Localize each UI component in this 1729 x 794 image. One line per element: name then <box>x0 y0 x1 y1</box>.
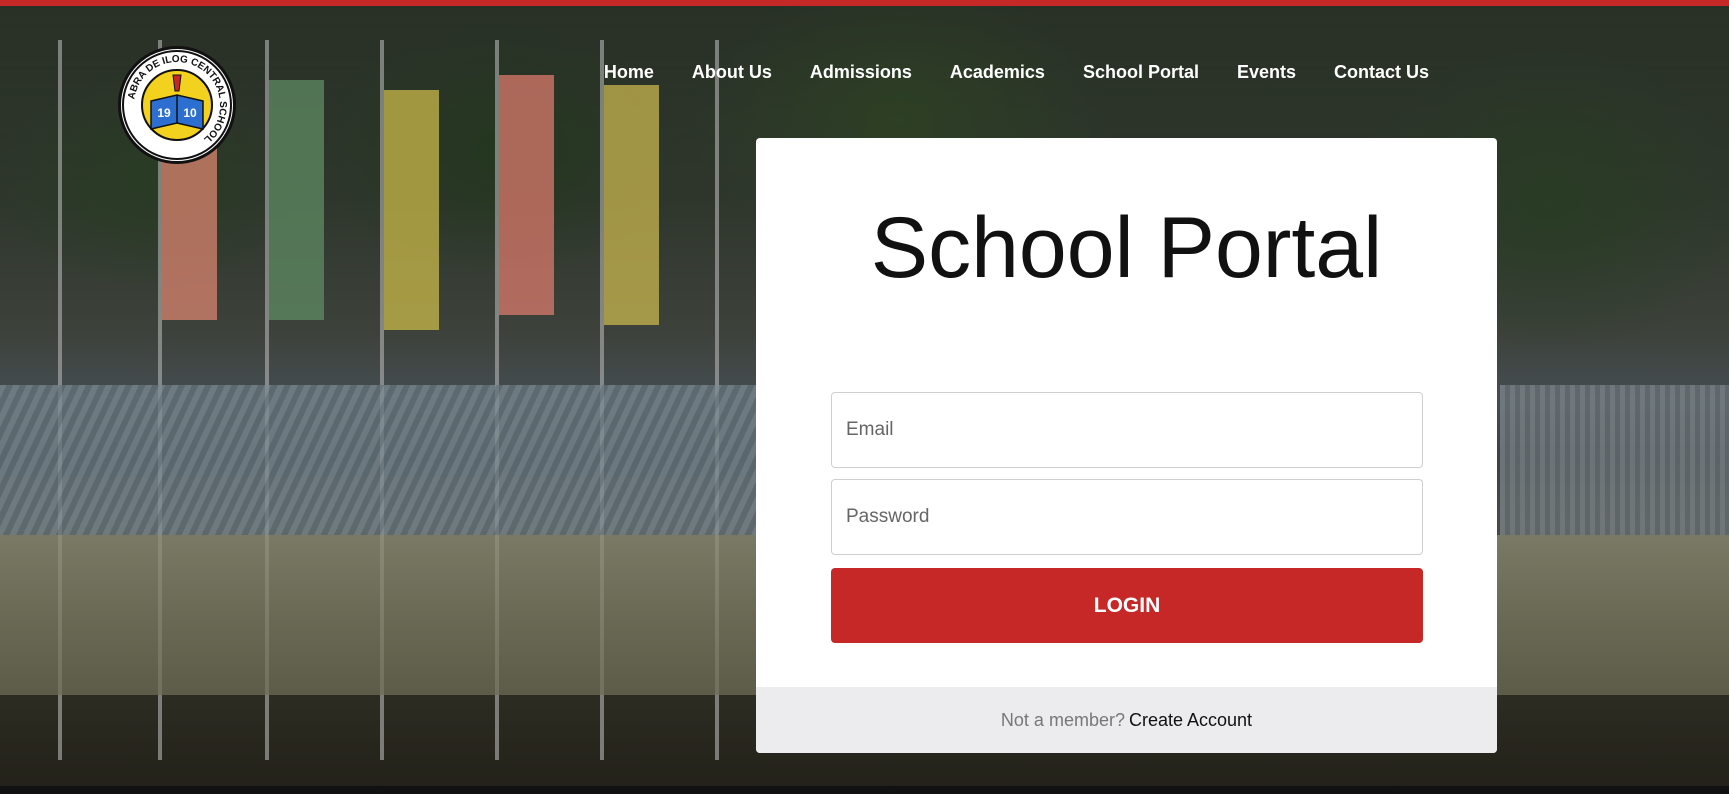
flag <box>604 85 659 325</box>
nav-item-contact-us[interactable]: Contact Us <box>1334 62 1429 83</box>
school-seal-icon: ABRA DE ILOG CENTRAL SCHOOL 19 10 <box>122 50 232 160</box>
building-roof <box>0 385 820 535</box>
email-input[interactable] <box>831 392 1423 468</box>
building-roof <box>1500 385 1729 535</box>
main-nav: Home About Us Admissions Academics Schoo… <box>604 62 1429 83</box>
top-accent-bar <box>0 0 1729 6</box>
school-logo[interactable]: ABRA DE ILOG CENTRAL SCHOOL 19 10 <box>118 46 236 164</box>
nav-item-events[interactable]: Events <box>1237 62 1296 83</box>
flag <box>269 80 324 320</box>
bottom-strip <box>0 786 1729 794</box>
page-title: School Portal <box>870 200 1383 296</box>
flag <box>384 90 439 330</box>
password-input[interactable] <box>831 479 1423 555</box>
nav-item-admissions[interactable]: Admissions <box>810 62 912 83</box>
nav-item-home[interactable]: Home <box>604 62 654 83</box>
footer-prompt: Not a member? <box>1000 709 1125 730</box>
create-account-link[interactable]: Create Account <box>1129 710 1252 731</box>
nav-item-school-portal[interactable]: School Portal <box>1083 62 1199 83</box>
flag <box>499 75 554 315</box>
login-button[interactable]: LOGIN <box>831 568 1423 643</box>
nav-item-academics[interactable]: Academics <box>950 62 1045 83</box>
logo-year-right: 10 <box>183 106 197 120</box>
logo-year-left: 19 <box>157 106 171 120</box>
login-card: School Portal LOGIN Not a member? Create… <box>756 138 1497 753</box>
nav-item-about-us[interactable]: About Us <box>692 62 772 83</box>
card-footer: Not a member? Create Account <box>756 687 1497 753</box>
